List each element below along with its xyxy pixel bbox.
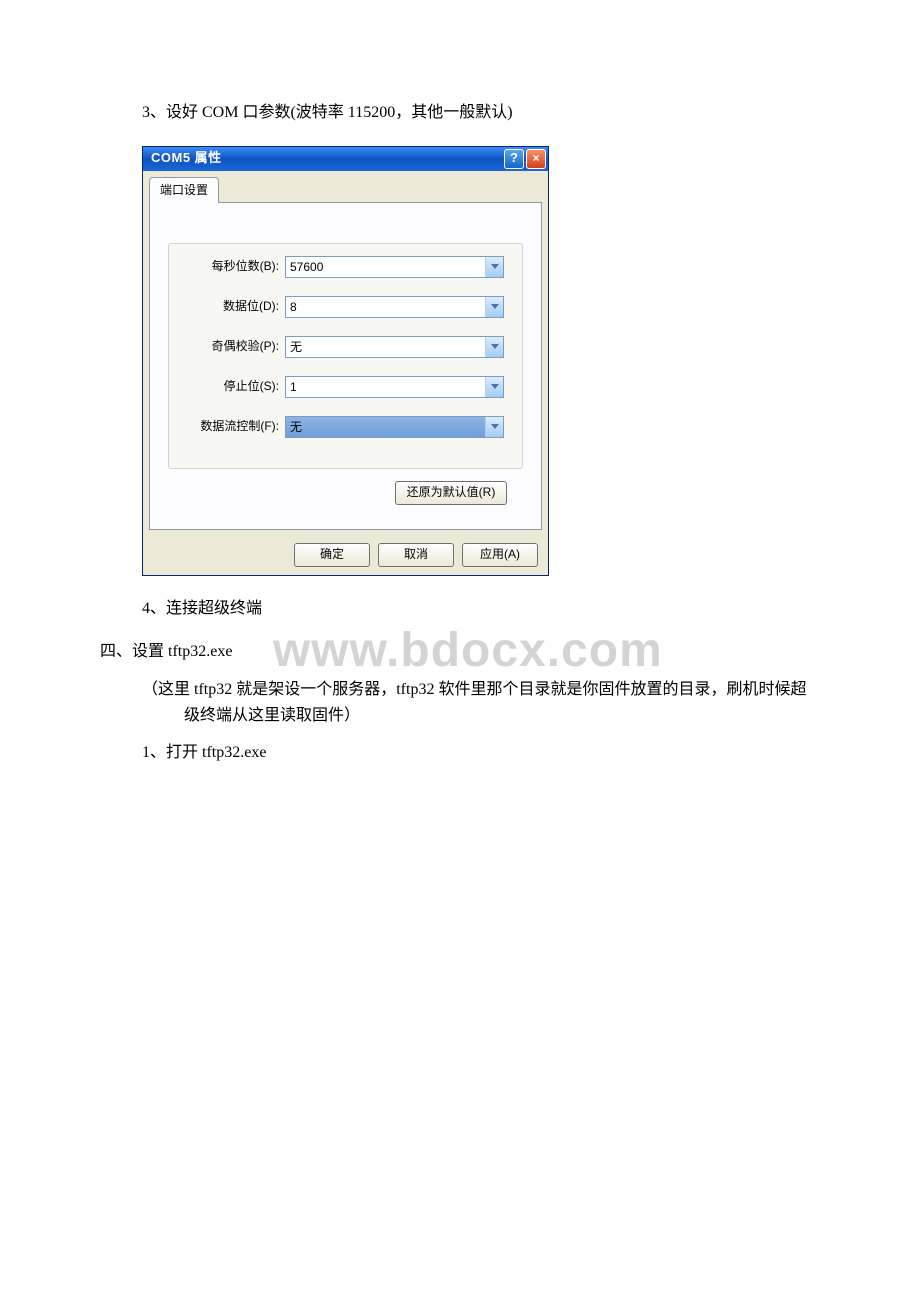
combo-flow[interactable]: 无 (285, 416, 504, 438)
tab-strip: 端口设置 (143, 171, 548, 203)
apply-button[interactable]: 应用(A) (462, 543, 538, 567)
combo-parity[interactable]: 无 (285, 336, 504, 358)
chevron-down-icon[interactable] (485, 337, 503, 357)
dialog-buttons: 确定 取消 应用(A) (143, 537, 548, 575)
chevron-down-icon[interactable] (485, 377, 503, 397)
combo-baud[interactable]: 57600 (285, 256, 504, 278)
chevron-down-icon[interactable] (485, 297, 503, 317)
settings-group: 每秒位数(B): 57600 数据位(D): 8 奇偶校 (168, 243, 523, 469)
field-parity: 奇偶校验(P): 无 (187, 336, 504, 358)
help-icon[interactable]: ? (504, 149, 524, 169)
field-flow: 数据流控制(F): 无 (187, 416, 504, 438)
label-parity: 奇偶校验(P): (187, 337, 285, 356)
combo-flow-value: 无 (286, 417, 485, 437)
dialog-title: COM5 属性 (151, 148, 504, 169)
combo-stop-value: 1 (286, 377, 485, 397)
combo-databits[interactable]: 8 (285, 296, 504, 318)
combo-databits-value: 8 (286, 297, 485, 317)
field-baud: 每秒位数(B): 57600 (187, 256, 504, 278)
section-heading-4: 四、设置 tftp32.exe (100, 639, 820, 665)
close-icon[interactable]: × (526, 149, 546, 169)
combo-baud-value: 57600 (286, 257, 485, 277)
instruction-open-tftp: 1、打开 tftp32.exe (100, 740, 820, 766)
instruction-step-3: 3、设好 COM 口参数(波特率 115200，其他一般默认) (100, 100, 820, 126)
chevron-down-icon[interactable] (485, 257, 503, 277)
com-properties-dialog: COM5 属性 ? × 端口设置 每秒位数(B): 57600 数据位(D): (142, 146, 549, 576)
note-tftp: （这里 tftp32 就是架设一个服务器，tftp32 软件里那个目录就是你固件… (142, 677, 820, 728)
combo-stop[interactable]: 1 (285, 376, 504, 398)
label-databits: 数据位(D): (187, 297, 285, 316)
tab-port-settings[interactable]: 端口设置 (149, 177, 219, 203)
field-stop: 停止位(S): 1 (187, 376, 504, 398)
combo-parity-value: 无 (286, 337, 485, 357)
cancel-button[interactable]: 取消 (378, 543, 454, 567)
ok-button[interactable]: 确定 (294, 543, 370, 567)
tab-panel: 每秒位数(B): 57600 数据位(D): 8 奇偶校 (149, 202, 542, 530)
instruction-step-4: 4、连接超级终端 (100, 596, 820, 622)
chevron-down-icon[interactable] (485, 417, 503, 437)
dialog-titlebar[interactable]: COM5 属性 ? × (143, 147, 548, 171)
restore-defaults-button[interactable]: 还原为默认值(R) (395, 481, 507, 505)
field-databits: 数据位(D): 8 (187, 296, 504, 318)
label-stop: 停止位(S): (187, 377, 285, 396)
label-baud: 每秒位数(B): (187, 257, 285, 276)
label-flow: 数据流控制(F): (187, 417, 285, 436)
